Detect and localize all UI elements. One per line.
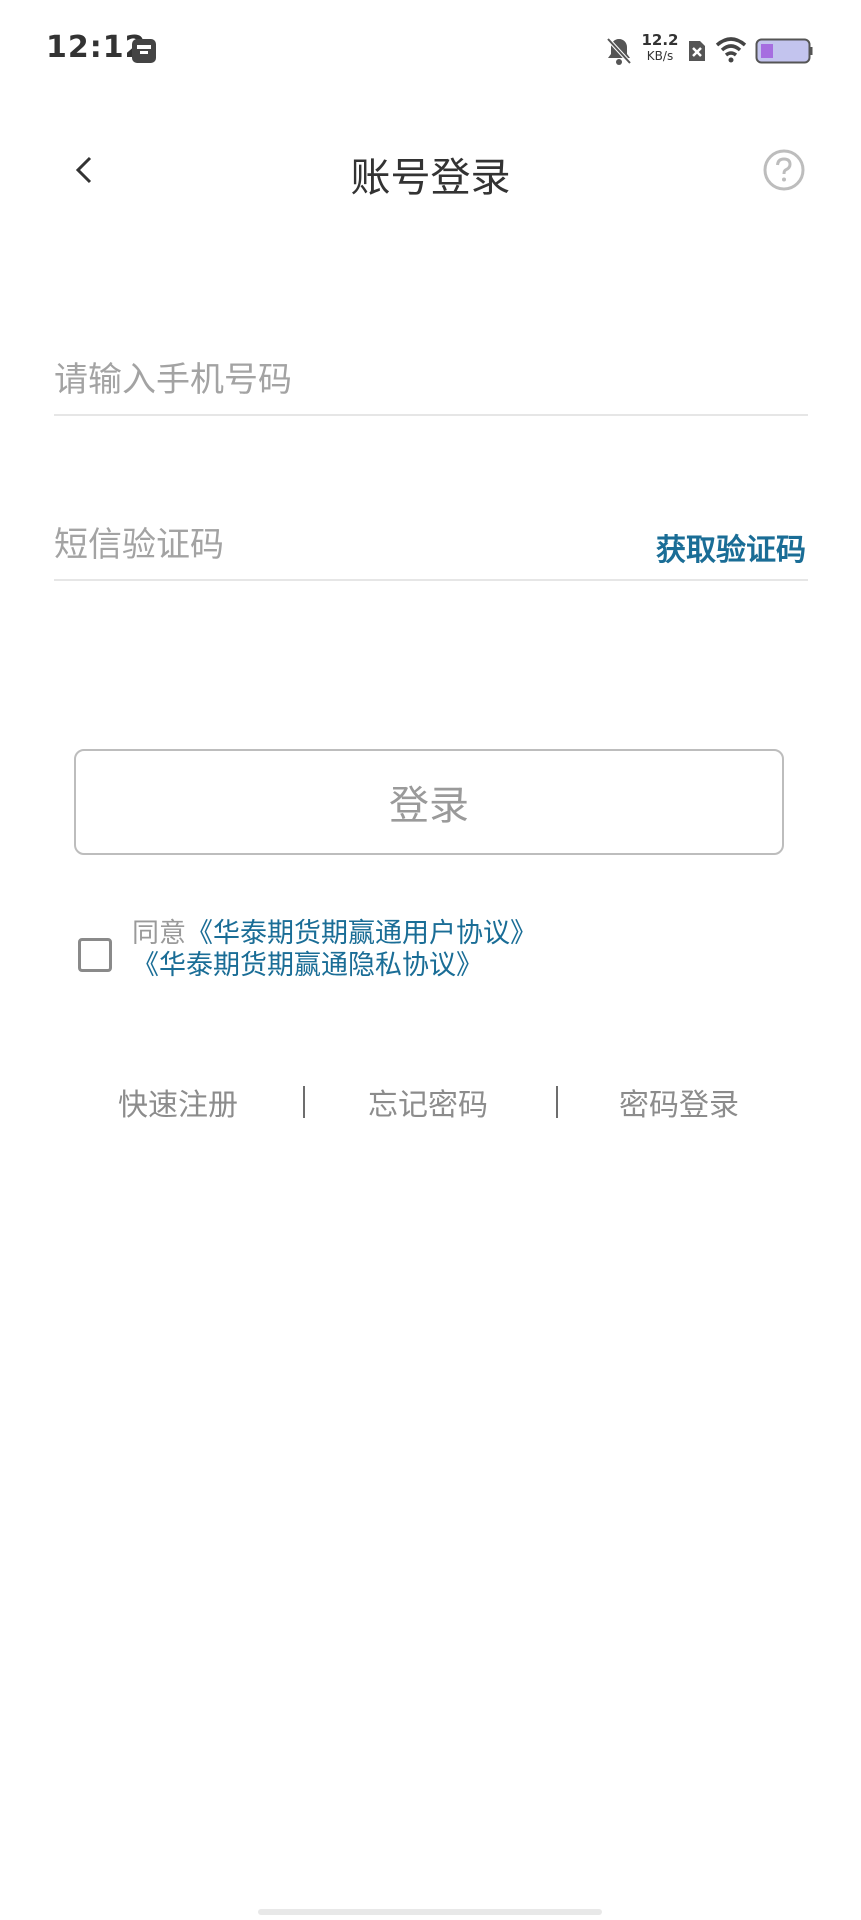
no-sim-icon [689,41,705,61]
privacy-agreement-link[interactable]: 《华泰期货期赢通隐私协议》 [132,950,483,981]
agreement-prefix: 同意 [132,918,186,949]
quick-register-link[interactable]: 快速注册 [118,1080,238,1124]
home-indicator[interactable] [258,1909,602,1915]
phone-input[interactable] [54,350,554,410]
sms-code-field: 获取验证码 [54,515,808,581]
battery-icon [755,38,813,64]
mute-bell-icon [606,37,632,65]
nav-bar: 账号登录 [0,120,861,220]
wifi-icon [715,37,747,63]
help-question-icon[interactable] [762,148,806,192]
forgot-password-link[interactable]: 忘记密码 [368,1080,488,1124]
agreement-text: 同意《华泰期货期赢通用户协议》《华泰期货期赢通隐私协议》 [132,918,861,982]
app-icon [132,39,156,63]
divider [556,1086,558,1118]
user-agreement-link[interactable]: 《华泰期货期赢通用户协议》 [186,918,537,949]
password-login-link[interactable]: 密码登录 [619,1080,739,1124]
sms-code-input[interactable] [54,515,554,575]
bottom-links: 快速注册 忘记密码 密码登录 [0,1080,861,1130]
status-bar: 12:12 12.2 KB/s [0,0,861,100]
agreement-checkbox[interactable] [78,938,112,972]
network-speed-unit: KB/s [646,49,674,63]
get-code-button[interactable]: 获取验证码 [656,525,806,569]
divider [303,1086,305,1118]
network-speed-value: 12.2 [641,31,679,49]
phone-field [54,350,808,416]
page-title: 账号登录 [350,155,511,201]
network-speed: 12.2 KB/s [640,32,680,64]
login-button[interactable]: 登录 [74,749,784,855]
